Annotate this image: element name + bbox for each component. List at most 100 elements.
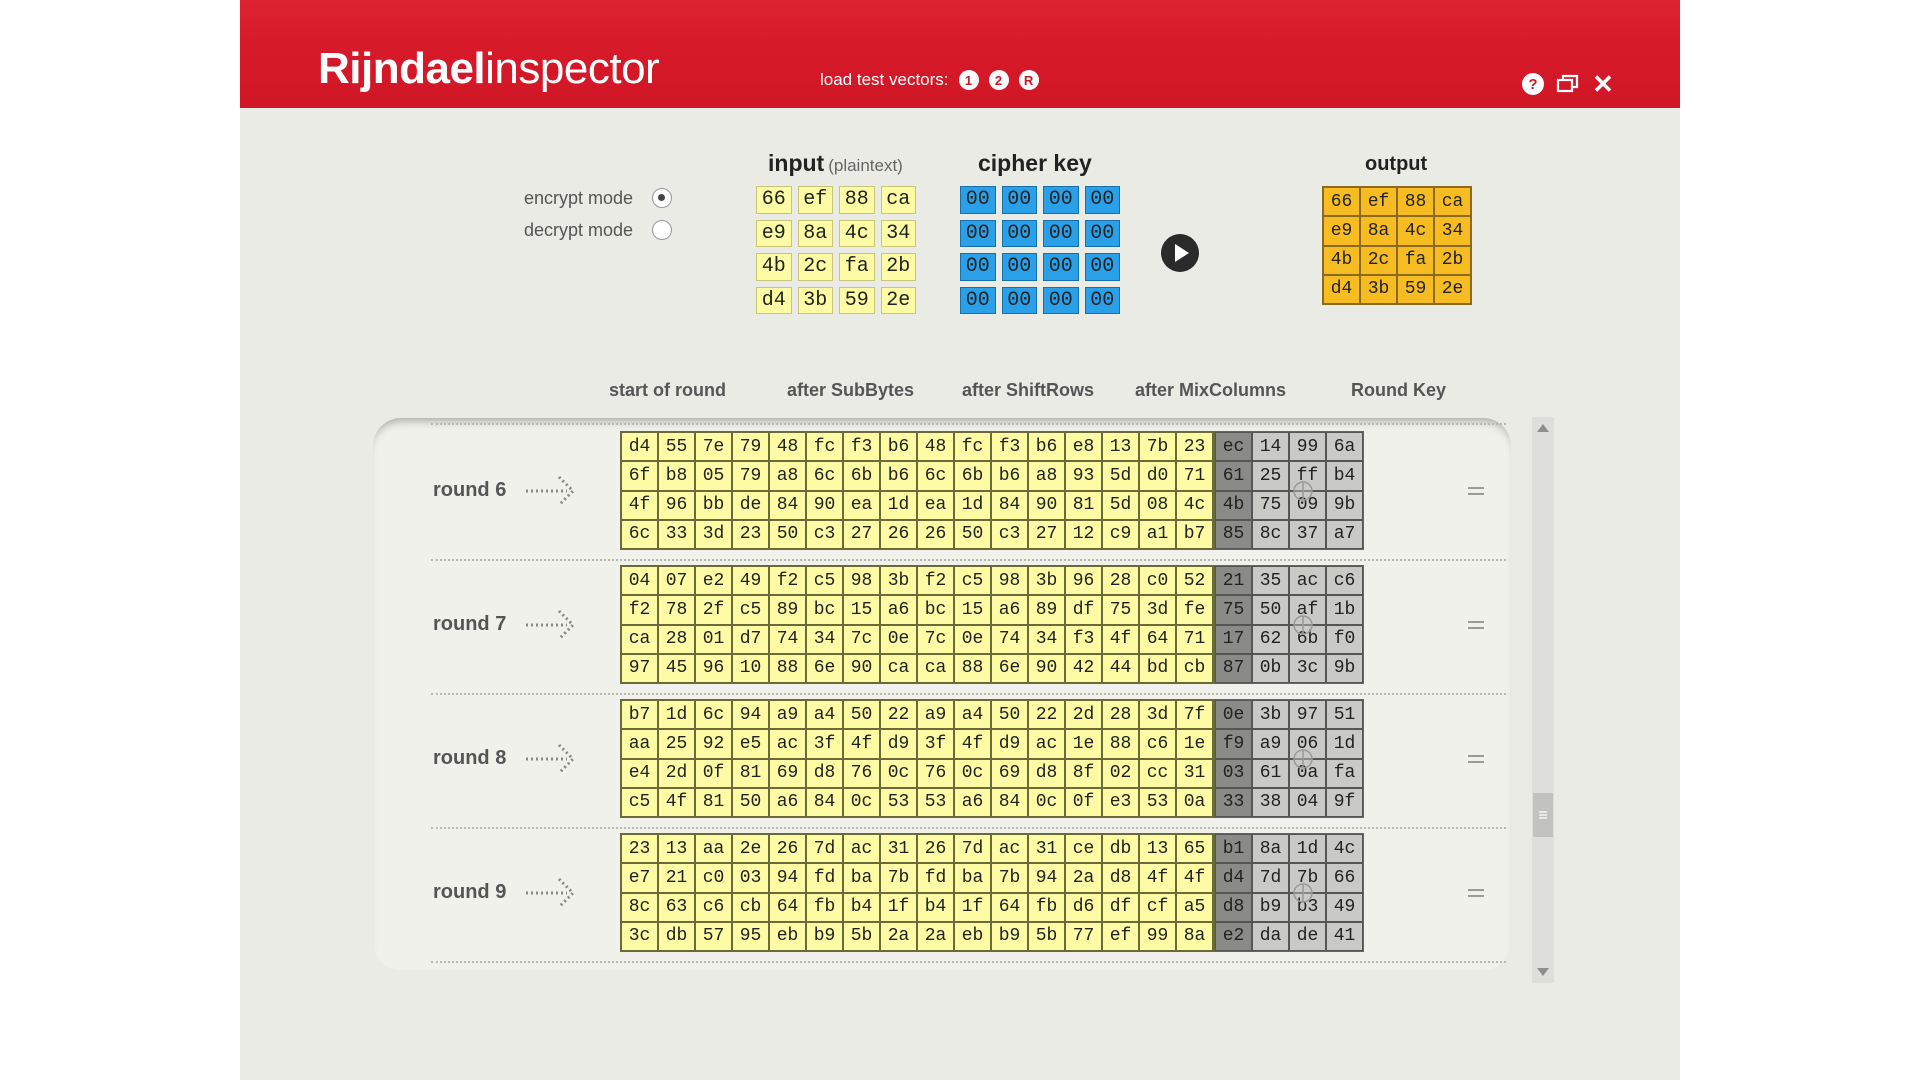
round-key-byte: b4 — [1326, 461, 1363, 491]
input-byte-field[interactable]: d4 — [756, 286, 792, 314]
state-byte: bb — [695, 490, 732, 520]
encrypt-mode-radio[interactable] — [652, 188, 672, 208]
output-byte: 88 — [1397, 187, 1434, 217]
key-byte-field[interactable]: 00 — [960, 286, 996, 314]
state-byte: 8c — [621, 892, 658, 922]
state-byte: d6 — [1065, 892, 1102, 922]
key-byte-field[interactable]: 00 — [1001, 286, 1037, 314]
input-byte-field[interactable]: e9 — [756, 219, 792, 247]
state-byte: 4f — [1176, 863, 1213, 893]
state-byte: 28 — [658, 624, 695, 654]
state-byte: 26 — [769, 834, 806, 864]
state-byte: ac — [991, 834, 1028, 864]
state-byte: 04 — [621, 566, 658, 596]
round-key-byte: d4 — [1215, 863, 1252, 893]
state-byte: 22 — [880, 700, 917, 730]
decrypt-mode-radio[interactable] — [652, 220, 672, 240]
state-byte: c5 — [621, 787, 658, 817]
state-byte: 31 — [1176, 758, 1213, 788]
scroll-up-icon[interactable] — [1532, 417, 1554, 439]
equals-icon — [1468, 487, 1484, 495]
state-byte: 15 — [843, 595, 880, 625]
state-byte: 2a — [917, 921, 954, 951]
input-byte-field[interactable]: 4b — [756, 253, 792, 281]
scroll-down-icon[interactable] — [1532, 961, 1554, 983]
encrypt-mode-label: encrypt mode — [524, 188, 634, 208]
test-vector-1-button[interactable]: 1 — [958, 70, 979, 90]
rounds-scrollbar[interactable] — [1532, 417, 1554, 983]
state-byte: 0c — [1028, 787, 1065, 817]
state-byte: 94 — [732, 700, 769, 730]
key-byte-field[interactable]: 00 — [1084, 253, 1120, 281]
input-byte-field[interactable]: 4c — [839, 219, 875, 247]
test-vector-2-button[interactable]: 2 — [988, 70, 1009, 90]
input-byte-field[interactable]: 66 — [756, 186, 792, 214]
window-icon[interactable] — [1556, 73, 1580, 95]
state-byte: f3 — [843, 432, 880, 462]
help-icon[interactable]: ? — [1522, 73, 1544, 95]
state-byte: 31 — [1028, 834, 1065, 864]
round-key-byte: e2 — [1215, 921, 1252, 951]
state-byte: 48 — [917, 432, 954, 462]
input-byte-field[interactable]: 8a — [797, 219, 833, 247]
state-byte: 25 — [658, 729, 695, 759]
state-byte: 84 — [991, 490, 1028, 520]
state-byte: c5 — [732, 595, 769, 625]
key-byte-field[interactable]: 00 — [1001, 186, 1037, 214]
input-byte-field[interactable]: ca — [880, 186, 916, 214]
input-byte-field[interactable]: fa — [839, 253, 875, 281]
state-byte: 84 — [991, 787, 1028, 817]
key-byte-field[interactable]: 00 — [960, 219, 996, 247]
input-byte-field[interactable]: 2c — [797, 253, 833, 281]
state-byte: 7f — [1176, 700, 1213, 730]
state-byte: 23 — [732, 519, 769, 549]
state-byte: c6 — [695, 892, 732, 922]
scroll-thumb[interactable] — [1533, 793, 1553, 837]
output-title: output — [1365, 153, 1428, 175]
state-byte: 81 — [695, 787, 732, 817]
state-byte: c5 — [806, 566, 843, 596]
state-byte: c5 — [954, 566, 991, 596]
round-key-byte: 85 — [1215, 519, 1252, 549]
state-byte: ea — [917, 490, 954, 520]
key-byte-field[interactable]: 00 — [960, 186, 996, 214]
key-byte-field[interactable]: 00 — [1001, 253, 1037, 281]
key-byte-field[interactable]: 00 — [1043, 186, 1079, 214]
input-byte-field[interactable]: 34 — [880, 219, 916, 247]
key-byte-field[interactable]: 00 — [1084, 186, 1120, 214]
state-byte: cb — [732, 892, 769, 922]
input-byte-field[interactable]: ef — [797, 186, 833, 214]
app-window: Rijndaelinspector load test vectors: 1 2… — [240, 0, 1680, 1080]
round-key-byte: 41 — [1326, 921, 1363, 951]
state-byte: 5b — [1028, 921, 1065, 951]
key-byte-field[interactable]: 00 — [1084, 286, 1120, 314]
state-byte: 53 — [880, 787, 917, 817]
state-byte: 15 — [954, 595, 991, 625]
input-byte-field[interactable]: 59 — [839, 286, 875, 314]
test-vector-random-button[interactable]: R — [1018, 70, 1039, 90]
round-key-byte: 7d — [1252, 863, 1289, 893]
play-button[interactable] — [1161, 234, 1199, 272]
key-byte-field[interactable]: 00 — [1001, 219, 1037, 247]
state-byte: 52 — [1176, 566, 1213, 596]
close-icon[interactable]: ✕ — [1592, 71, 1614, 97]
input-byte-field[interactable]: 2e — [880, 286, 916, 314]
state-byte: b6 — [1028, 432, 1065, 462]
input-byte-field[interactable]: 88 — [839, 186, 875, 214]
state-byte: 0c — [880, 758, 917, 788]
key-byte-field[interactable]: 00 — [1043, 219, 1079, 247]
state-byte: 44 — [1102, 653, 1139, 683]
state-byte: bc — [806, 595, 843, 625]
state-byte: 90 — [806, 490, 843, 520]
state-byte: ca — [880, 653, 917, 683]
input-byte-field[interactable]: 2b — [880, 253, 916, 281]
state-byte: 4f — [1102, 624, 1139, 654]
key-byte-field[interactable]: 00 — [1043, 286, 1079, 314]
input-byte-field[interactable]: 3b — [797, 286, 833, 314]
key-byte-field[interactable]: 00 — [960, 253, 996, 281]
state-byte: 02 — [1102, 758, 1139, 788]
state-byte: 88 — [769, 653, 806, 683]
key-byte-field[interactable]: 00 — [1084, 219, 1120, 247]
output-byte: d4 — [1323, 274, 1360, 304]
key-byte-field[interactable]: 00 — [1043, 253, 1079, 281]
